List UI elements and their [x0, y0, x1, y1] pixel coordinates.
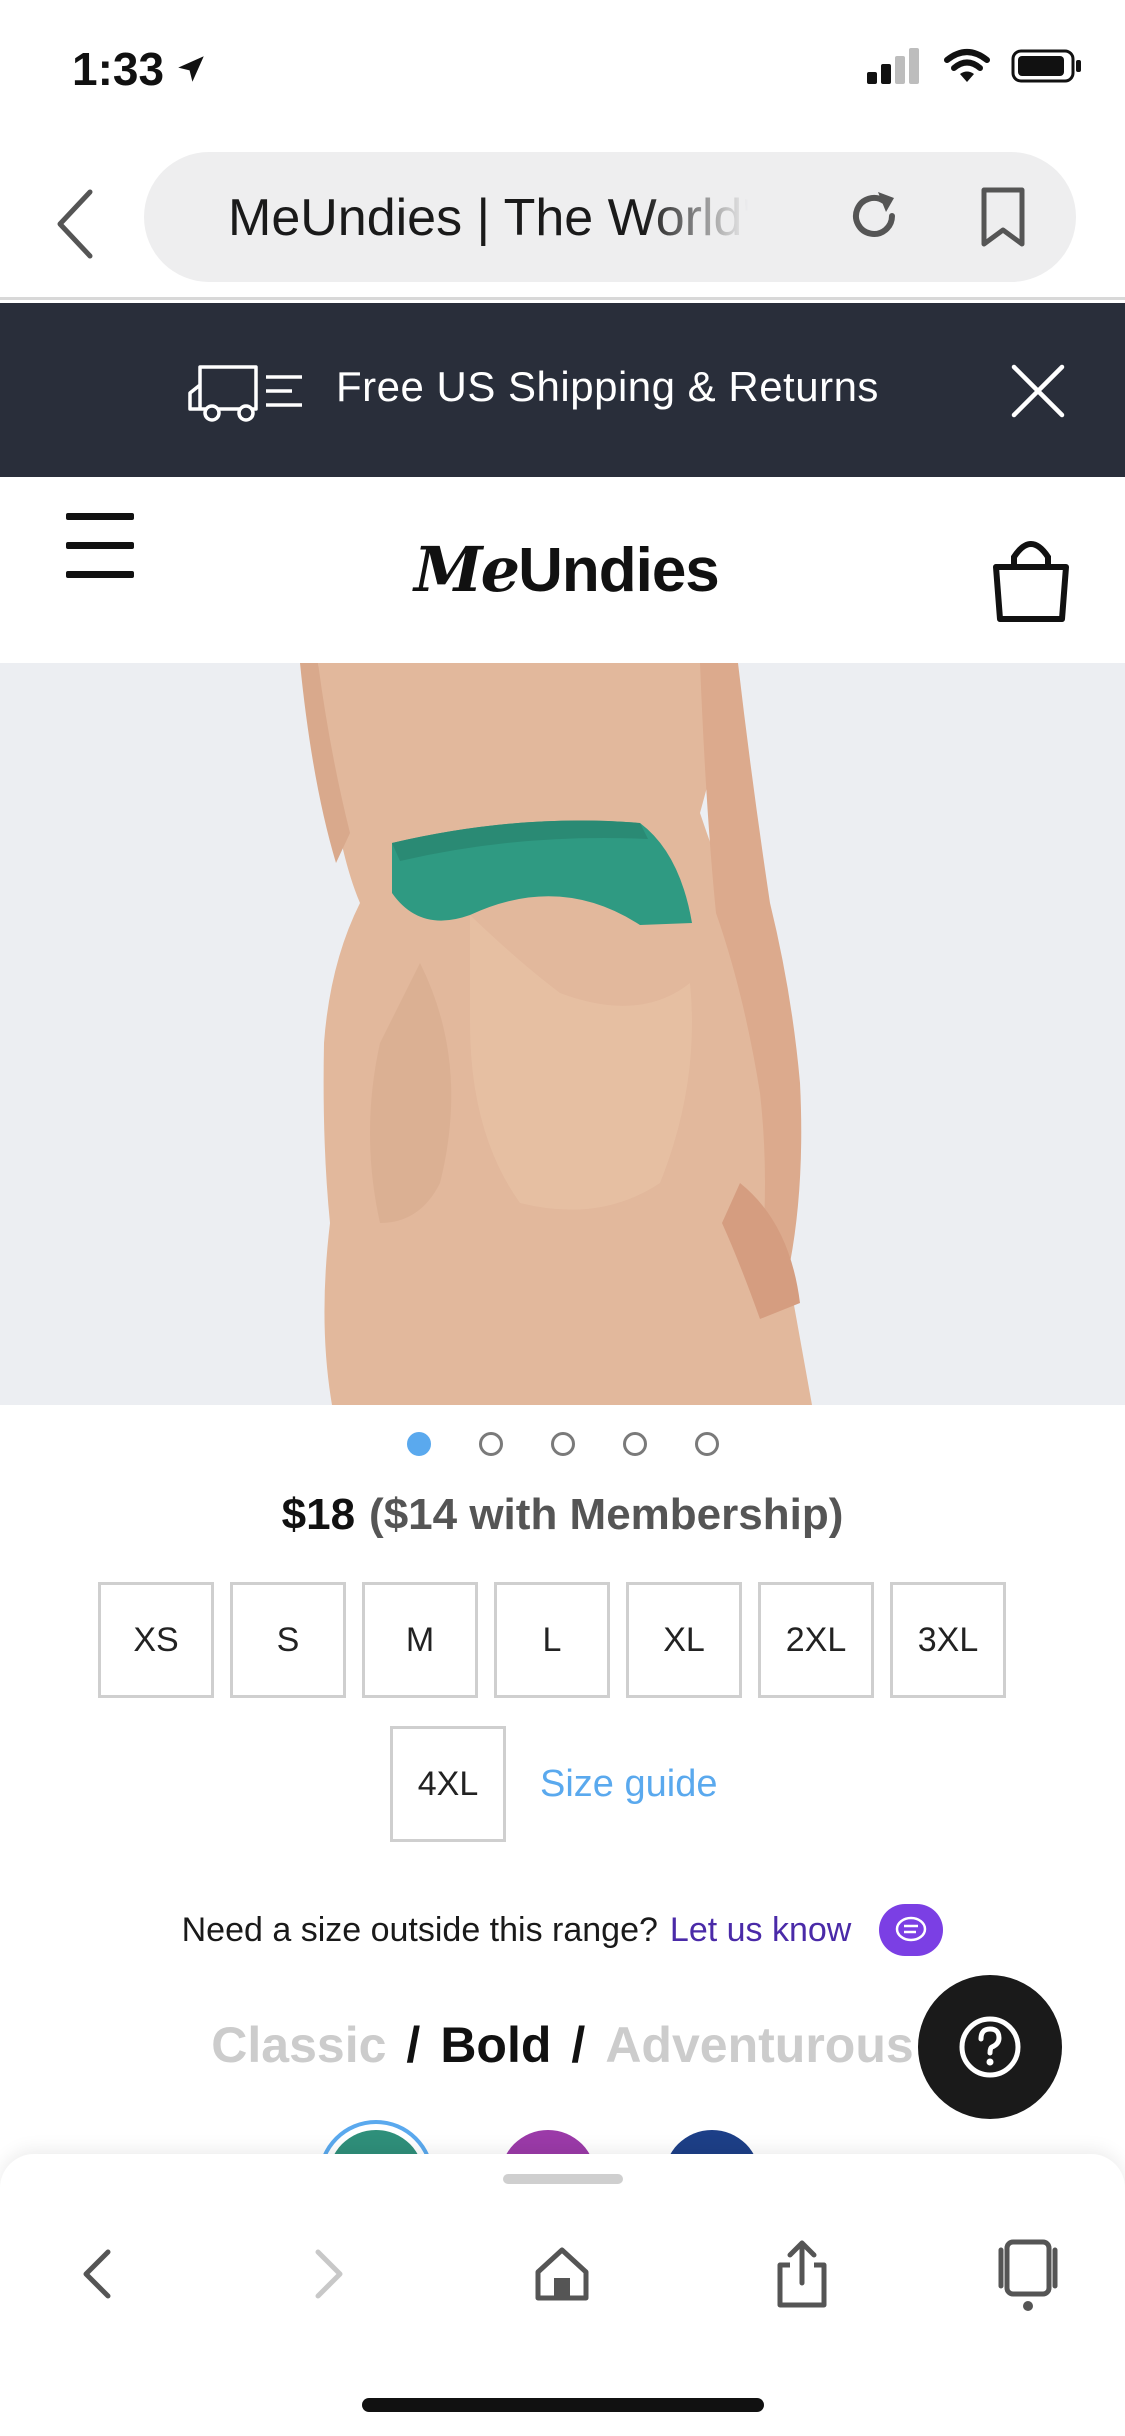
- home-icon[interactable]: [522, 2234, 602, 2314]
- tab-classic[interactable]: Classic: [211, 2017, 386, 2073]
- browser-toolbar: MeUndies | The World': [0, 140, 1125, 300]
- size-button-xs[interactable]: XS: [98, 1582, 214, 1698]
- logo-me: Me: [414, 533, 520, 606]
- product-photo: [0, 663, 1125, 1405]
- url-text[interactable]: MeUndies | The World': [228, 188, 748, 248]
- chat-icon[interactable]: [879, 1904, 944, 1956]
- need-size-row: Need a size outside this range? Let us k…: [0, 1904, 1125, 1956]
- size-guide-link[interactable]: Size guide: [540, 1763, 717, 1806]
- size-button-m[interactable]: M: [362, 1582, 478, 1698]
- question-icon: [959, 2016, 1021, 2078]
- share-icon[interactable]: [762, 2234, 842, 2314]
- size-button-3xl[interactable]: 3XL: [890, 1582, 1006, 1698]
- tab-bold[interactable]: Bold: [440, 2017, 551, 2073]
- site-header: Me Undies: [0, 477, 1125, 663]
- status-indicators: [867, 48, 1083, 84]
- close-icon[interactable]: [1010, 363, 1066, 419]
- let-us-know-link[interactable]: Let us know: [670, 1911, 851, 1950]
- status-bar: 1:33: [0, 0, 1125, 140]
- price-value: $18: [281, 1490, 356, 1539]
- price: $18 ($14 with Membership): [0, 1490, 1125, 1540]
- carousel-dot[interactable]: [622, 1432, 647, 1456]
- tab-adventurous[interactable]: Adventurous: [605, 2017, 913, 2073]
- tabs-icon[interactable]: [988, 2234, 1068, 2314]
- address-bar[interactable]: MeUndies | The World': [144, 152, 1076, 282]
- carousel-dots: [0, 1432, 1125, 1456]
- need-size-text: Need a size outside this range?: [181, 1910, 658, 1949]
- location-arrow-icon: [178, 56, 204, 82]
- back-arrow-icon[interactable]: [56, 2234, 136, 2314]
- hamburger-menu-icon[interactable]: [66, 513, 134, 579]
- size-button-4xl[interactable]: 4XL: [390, 1726, 506, 1842]
- back-icon[interactable]: [46, 184, 106, 264]
- shipping-banner: Free US Shipping & Returns: [0, 303, 1125, 477]
- member-price: ($14 with Membership): [369, 1490, 844, 1539]
- help-button[interactable]: [918, 1975, 1062, 2119]
- tab-separator: /: [406, 2017, 421, 2073]
- home-indicator: [362, 2398, 764, 2412]
- logo-undies: Undies: [518, 536, 720, 605]
- browser-bottom-bar: [0, 2154, 1125, 2436]
- status-time: 1:33: [72, 42, 208, 96]
- banner-text: Free US Shipping & Returns: [336, 363, 879, 410]
- size-options: XS S M L XL 2XL 3XL: [98, 1582, 1006, 1698]
- forward-arrow-icon[interactable]: [290, 2234, 370, 2314]
- size-options-row2: 4XL Size guide: [390, 1726, 717, 1842]
- sheet-grabber[interactable]: [503, 2174, 623, 2184]
- wifi-icon: [944, 49, 990, 82]
- reload-icon[interactable]: [844, 186, 904, 246]
- time-label: 1:33: [72, 43, 165, 95]
- size-button-l[interactable]: L: [494, 1582, 610, 1698]
- truck-icon: [188, 365, 302, 422]
- size-button-2xl[interactable]: 2XL: [758, 1582, 874, 1698]
- cellular-signal-icon: [867, 48, 919, 84]
- product-image[interactable]: [0, 663, 1125, 1405]
- size-button-s[interactable]: S: [230, 1582, 346, 1698]
- carousel-dot[interactable]: [406, 1432, 431, 1456]
- carousel-dot[interactable]: [694, 1432, 719, 1456]
- carousel-dot[interactable]: [478, 1432, 503, 1456]
- carousel-dot[interactable]: [550, 1432, 575, 1456]
- bookmark-icon[interactable]: [978, 186, 1028, 248]
- battery-icon: [1011, 49, 1081, 83]
- tab-separator: /: [571, 2017, 586, 2073]
- shopping-bag-icon[interactable]: [990, 537, 1072, 623]
- size-button-xl[interactable]: XL: [626, 1582, 742, 1698]
- meundies-logo[interactable]: Me Undies: [414, 533, 720, 606]
